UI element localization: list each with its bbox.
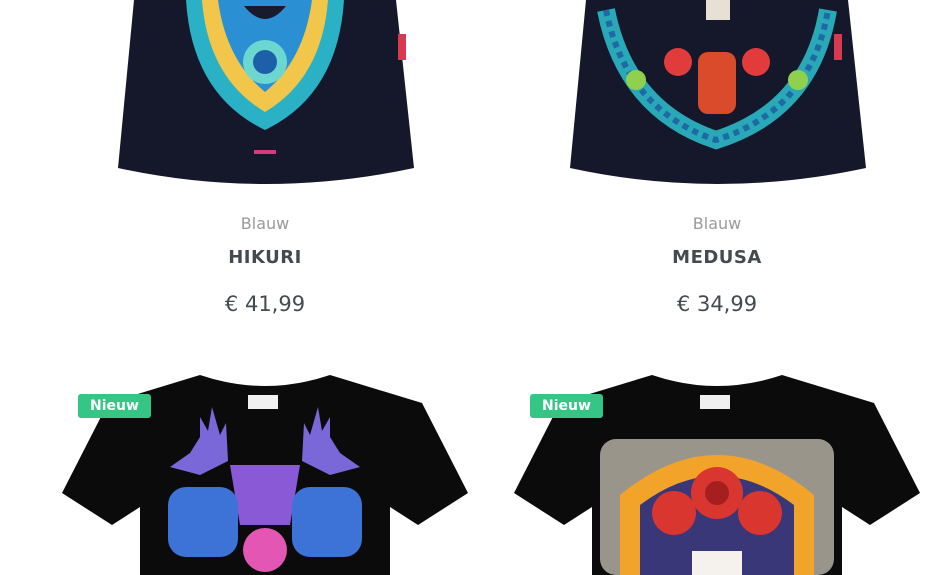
product-image-medusa[interactable] [566,0,868,190]
product-color: Blauw [692,214,742,233]
product-color: Blauw [240,214,290,233]
product-image-hikuri[interactable] [114,0,416,190]
product-name[interactable]: HIKURI [40,247,490,268]
product-name[interactable]: MEDUSA [492,247,940,268]
product-price: € 41,99 [224,292,306,316]
new-badge: Nieuw [78,394,151,418]
new-badge: Nieuw [530,394,603,418]
product-price: € 34,99 [676,292,758,316]
